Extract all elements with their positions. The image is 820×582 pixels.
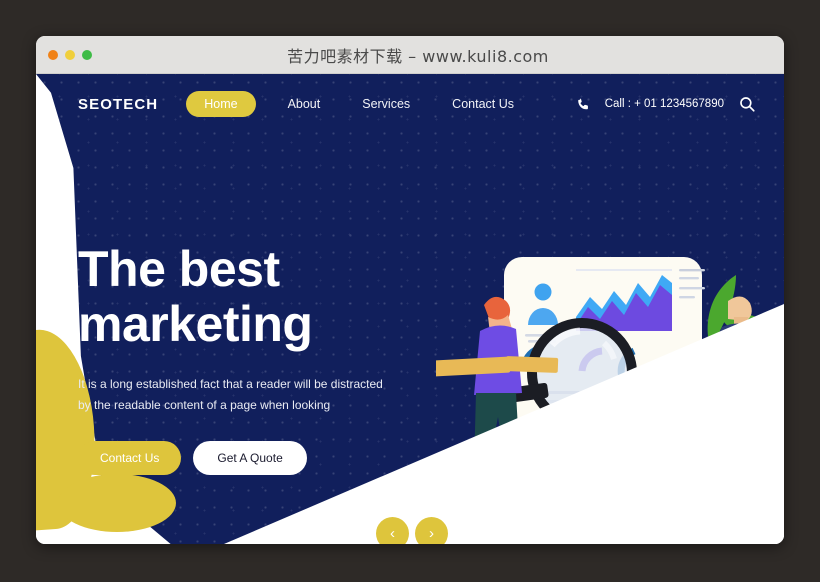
hero-cta-row: Contact Us Get A Quote (78, 441, 408, 476)
carousel-next-button[interactable]: › (415, 517, 448, 544)
page-title: The best marketing (78, 242, 408, 352)
hero-title-line-2: marketing (78, 296, 313, 352)
hero-title-line-1: The best (78, 241, 280, 297)
window-titlebar: 苦力吧素材下载 – www.kuli8.com (36, 36, 784, 74)
nav-links: Home About Services Contact Us (186, 91, 524, 117)
site-logo[interactable]: SEOTECH (78, 96, 158, 113)
phone-icon (576, 97, 591, 112)
hero-content: The best marketing It is a long establis… (78, 242, 408, 476)
call-phone-number[interactable]: Call : + 01 1234567890 (605, 98, 724, 110)
nav-item-home[interactable]: Home (186, 91, 256, 117)
yellow-swoosh-accent (58, 474, 176, 532)
nav-item-about[interactable]: About (278, 91, 331, 117)
window-title: 苦力吧素材下载 – www.kuli8.com (287, 46, 549, 66)
search-icon[interactable] (738, 95, 756, 113)
carousel-controls: ‹ › (376, 517, 448, 544)
site-navigation-bar: SEOTECH Home About Services Contact Us C… (36, 74, 784, 134)
nav-item-services[interactable]: Services (352, 91, 420, 117)
carousel-prev-button[interactable]: ‹ (376, 517, 409, 544)
nav-contact-group: Call : + 01 1234567890 (576, 95, 756, 113)
webpage-canvas: SEOTECH Home About Services Contact Us C… (36, 74, 784, 544)
hero-paragraph: It is a long established fact that a rea… (78, 377, 383, 412)
browser-window: 苦力吧素材下载 – www.kuli8.com SEOTECH Home Abo… (36, 36, 784, 544)
nav-item-contact-us[interactable]: Contact Us (442, 91, 524, 117)
get-a-quote-button[interactable]: Get A Quote (193, 441, 307, 476)
contact-us-button[interactable]: Contact Us (78, 441, 182, 476)
